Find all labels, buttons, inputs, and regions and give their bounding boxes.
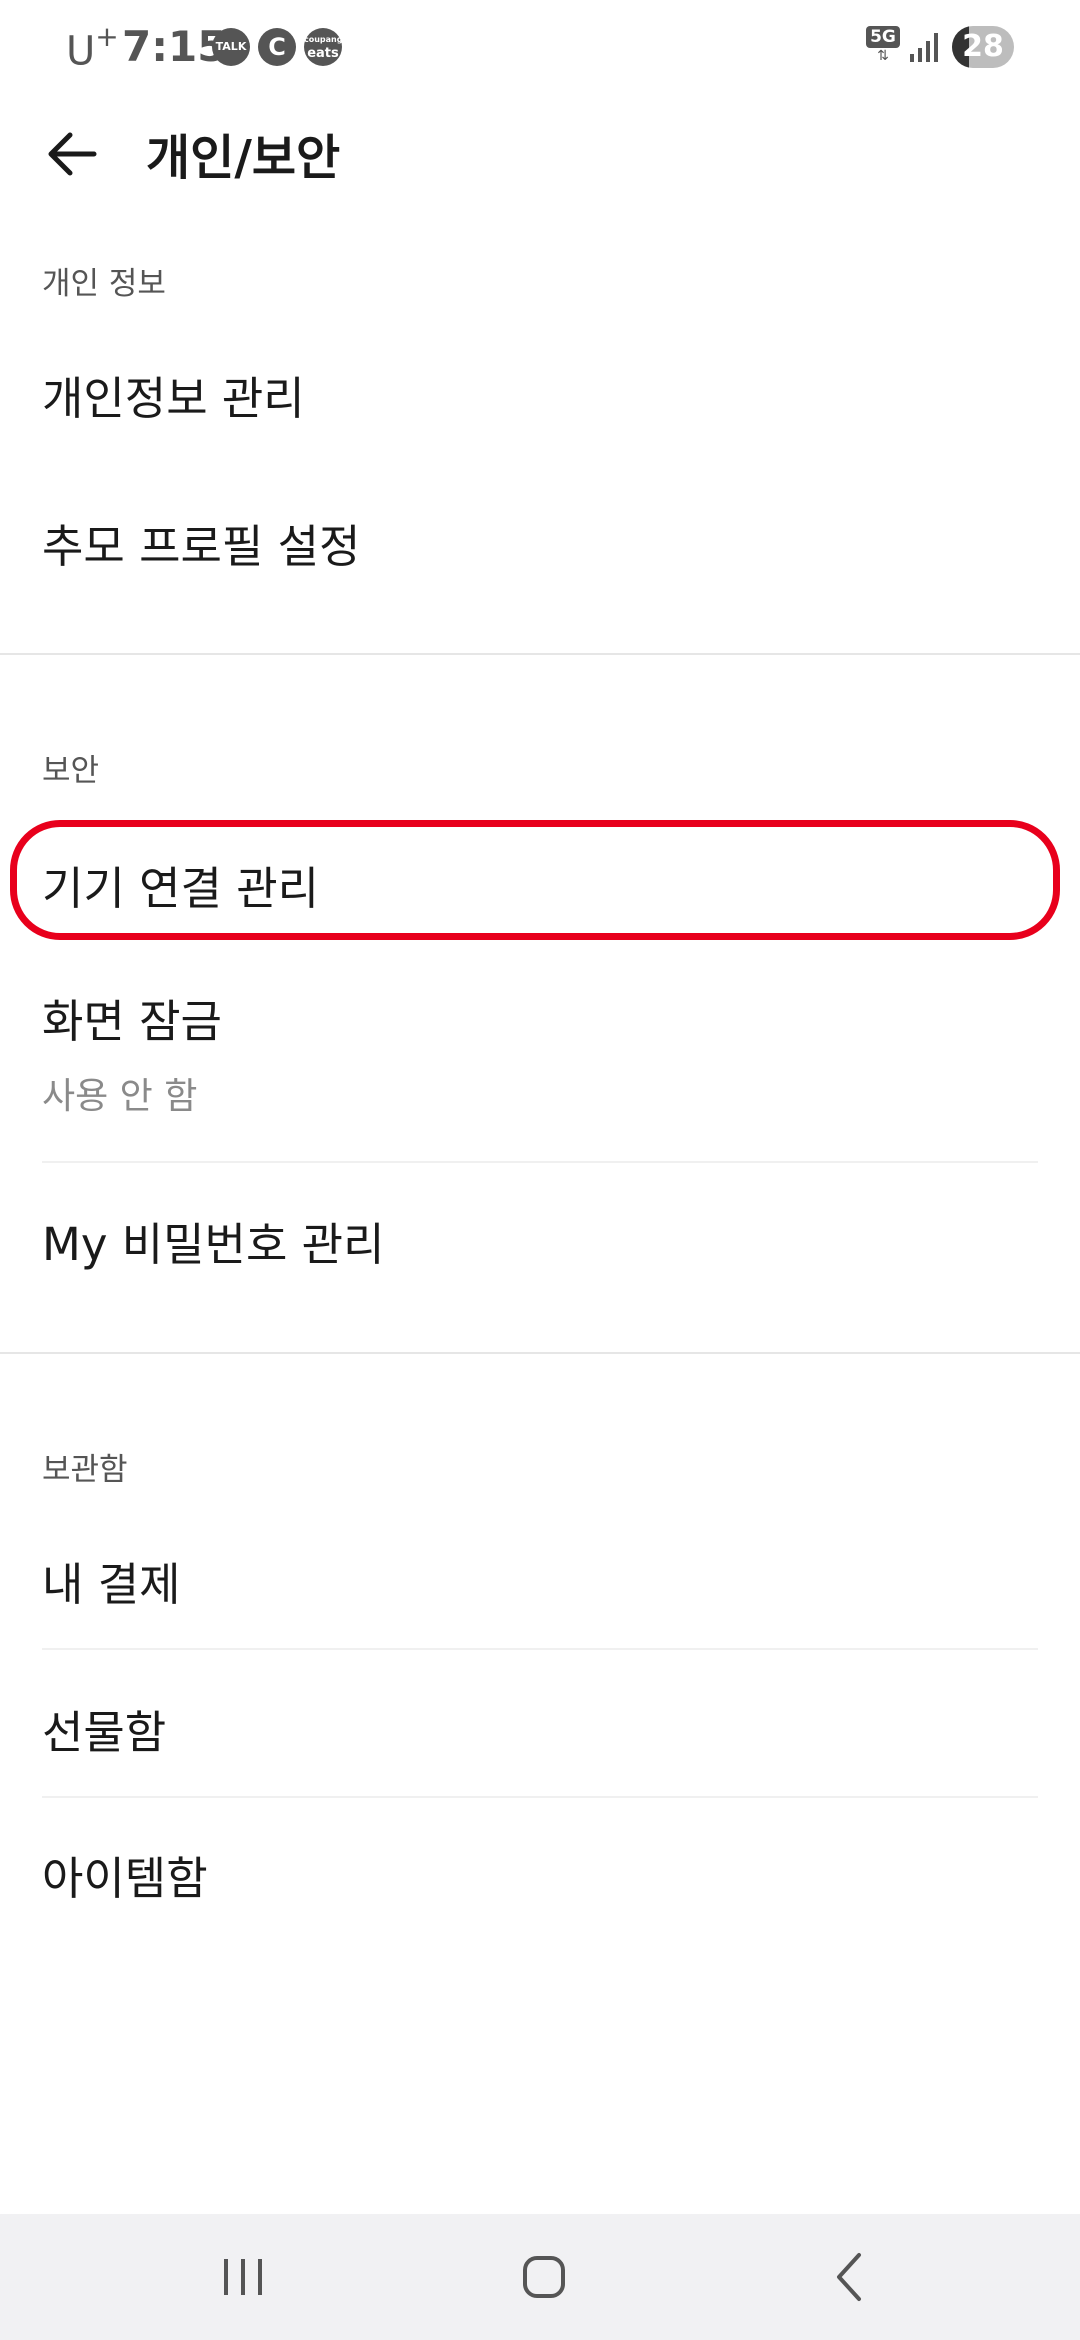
- item-divider: [42, 1796, 1038, 1798]
- section-divider: [0, 653, 1080, 655]
- item-divider: [42, 1161, 1038, 1163]
- menu-item-personal-info-management[interactable]: 개인정보 관리: [0, 340, 1080, 440]
- menu-item-label: 화면 잠금: [42, 995, 222, 1048]
- app-header: 개인/보안: [0, 96, 1080, 200]
- menu-item-screen-lock[interactable]: 화면 잠금 사용 안 함: [0, 975, 1080, 1125]
- kakaotalk-notification-icon: TALK: [212, 28, 250, 66]
- coupang-eats-notification-icon: coupang eats: [304, 28, 342, 66]
- menu-item-status: 사용 안 함: [42, 1076, 198, 1117]
- menu-item-gift-box[interactable]: 선물함: [0, 1674, 1080, 1774]
- status-bar: U+ 7:15 TALK C coupang eats 5G ⇅ 28: [0, 0, 1080, 96]
- arrow-left-icon: [48, 132, 97, 176]
- signal-strength-icon: [910, 33, 938, 62]
- page-title: 개인/보안: [146, 130, 341, 186]
- recents-button[interactable]: [183, 2234, 303, 2320]
- battery-icon: 28: [952, 26, 1014, 68]
- battery-level: 28: [962, 29, 1004, 64]
- menu-item-label: 선물함: [42, 1706, 167, 1759]
- back-chevron-icon: [837, 2253, 861, 2301]
- section-label-storage: 보관함: [42, 1452, 128, 1488]
- home-button[interactable]: [484, 2234, 604, 2320]
- section-divider: [0, 1352, 1080, 1354]
- section-label-personal-info: 개인 정보: [42, 266, 166, 302]
- menu-item-label: My 비밀번호 관리: [42, 1218, 385, 1271]
- menu-item-my-password-management[interactable]: My 비밀번호 관리: [0, 1186, 1080, 1286]
- status-time: 7:15: [122, 22, 227, 71]
- menu-item-label: 추모 프로필 설정: [42, 520, 361, 573]
- menu-item-label: 개인정보 관리: [42, 372, 305, 425]
- home-icon: [523, 2256, 565, 2298]
- item-divider: [42, 1648, 1038, 1650]
- section-label-security: 보안: [42, 753, 100, 789]
- system-nav-bar: [0, 2214, 1080, 2340]
- menu-item-label: 기기 연결 관리: [42, 862, 320, 915]
- recents-icon: [224, 2259, 262, 2295]
- network-5g-icon: 5G ⇅: [866, 26, 900, 68]
- menu-item-label: 아이템함: [42, 1852, 208, 1905]
- menu-item-item-box[interactable]: 아이템함: [0, 1820, 1080, 1920]
- system-back-button[interactable]: [789, 2234, 909, 2320]
- menu-item-device-connection-management[interactable]: 기기 연결 관리: [0, 830, 1080, 930]
- menu-item-memorial-profile[interactable]: 추모 프로필 설정: [0, 488, 1080, 588]
- menu-item-my-payments[interactable]: 내 결제: [0, 1526, 1080, 1626]
- c-notification-icon: C: [258, 28, 296, 66]
- back-button[interactable]: [28, 110, 116, 198]
- carrier-label: U+: [66, 20, 119, 75]
- menu-item-label: 내 결제: [42, 1558, 181, 1611]
